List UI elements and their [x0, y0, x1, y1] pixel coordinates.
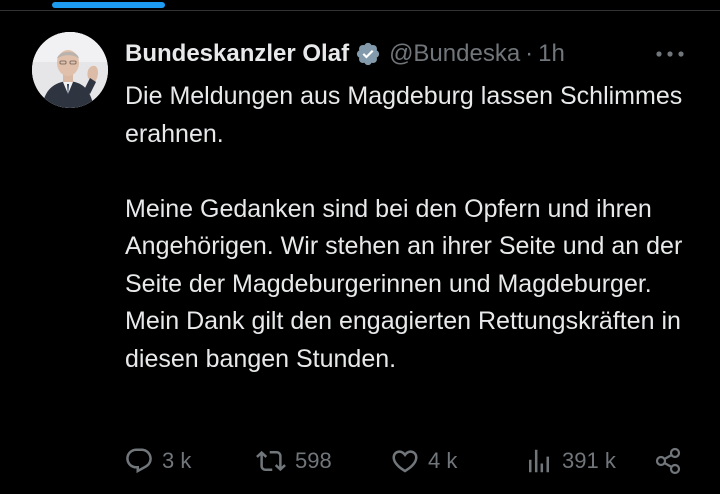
top-divider — [0, 10, 720, 11]
views-count: 391 k — [562, 448, 616, 473]
views-icon — [529, 449, 549, 473]
tab-indicator — [52, 2, 165, 8]
reply-count: 3 k — [162, 448, 192, 473]
views-button[interactable]: 391 k — [524, 441, 616, 481]
like-button[interactable]: 4 k — [390, 441, 457, 481]
like-icon — [392, 450, 418, 473]
retweet-count: 598 — [295, 448, 332, 473]
reply-icon — [126, 448, 152, 474]
like-count: 4 k — [428, 448, 458, 473]
avatar[interactable] — [32, 32, 108, 108]
retweet-icon — [256, 450, 286, 472]
share-icon — [655, 447, 681, 475]
tweet-text: Die Meldungen aus Magdeburg lassen Schli… — [125, 78, 705, 378]
verified-badge-icon — [356, 42, 380, 66]
tweet-paragraph-1: Die Meldungen aus Magdeburg lassen Schli… — [125, 82, 683, 148]
avatar-portrait-icon — [32, 32, 108, 108]
tweet-paragraph-2: Meine Gedanken sind bei den Opfern und i… — [125, 194, 683, 373]
action-bar: 3 k 598 4 k 391 k — [0, 441, 720, 481]
author-display-name[interactable]: Bundeskanzler Olaf — [125, 40, 349, 68]
share-button[interactable] — [654, 441, 684, 481]
author-handle[interactable]: @Bundeska — [389, 40, 520, 68]
tweet-timestamp[interactable]: 1h — [538, 40, 565, 68]
header-separator: · — [525, 40, 534, 67]
more-dots-icon — [656, 51, 684, 57]
reply-button[interactable]: 3 k — [124, 441, 191, 481]
more-button[interactable] — [652, 42, 688, 66]
retweet-button[interactable]: 598 — [255, 441, 332, 481]
tweet-header: Bundeskanzler Olaf @Bundeska · 1h — [125, 37, 565, 71]
